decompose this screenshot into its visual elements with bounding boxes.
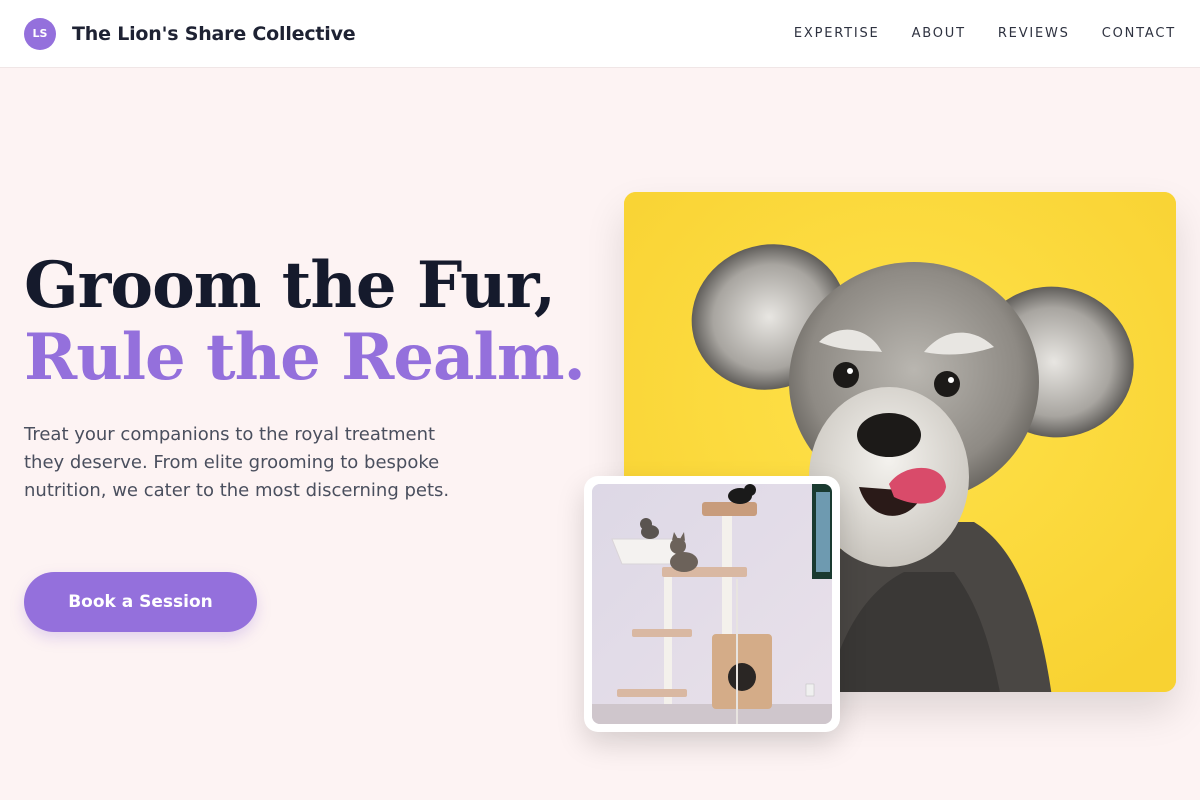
book-session-button[interactable]: Book a Session [24,572,257,632]
hero-title-line2: Rule the Realm. [24,320,586,395]
cats-on-cat-tree-illustration [592,484,832,724]
hero-description: Treat your companions to the royal treat… [24,424,450,501]
nav-link-reviews[interactable]: REVIEWS [998,26,1070,41]
site-header: LS The Lion's Share Collective EXPERTISE… [0,0,1200,68]
nav-link-contact[interactable]: CONTACT [1102,26,1176,41]
cat-tree-image-card [584,476,840,732]
main-nav: EXPERTISE ABOUT REVIEWS CONTACT [794,26,1176,41]
brand-name[interactable]: The Lion's Share Collective [72,23,356,45]
cat-tree-image [592,484,832,724]
brand-logo[interactable]: LS [24,17,56,50]
brand[interactable]: LS The Lion's Share Collective [24,17,356,50]
nav-link-expertise[interactable]: EXPERTISE [794,26,880,41]
nav-link-about[interactable]: ABOUT [912,26,966,41]
hero-title: Groom the Fur, Rule the Realm. [24,248,586,395]
hero-title-line1: Groom the Fur, [24,248,556,323]
